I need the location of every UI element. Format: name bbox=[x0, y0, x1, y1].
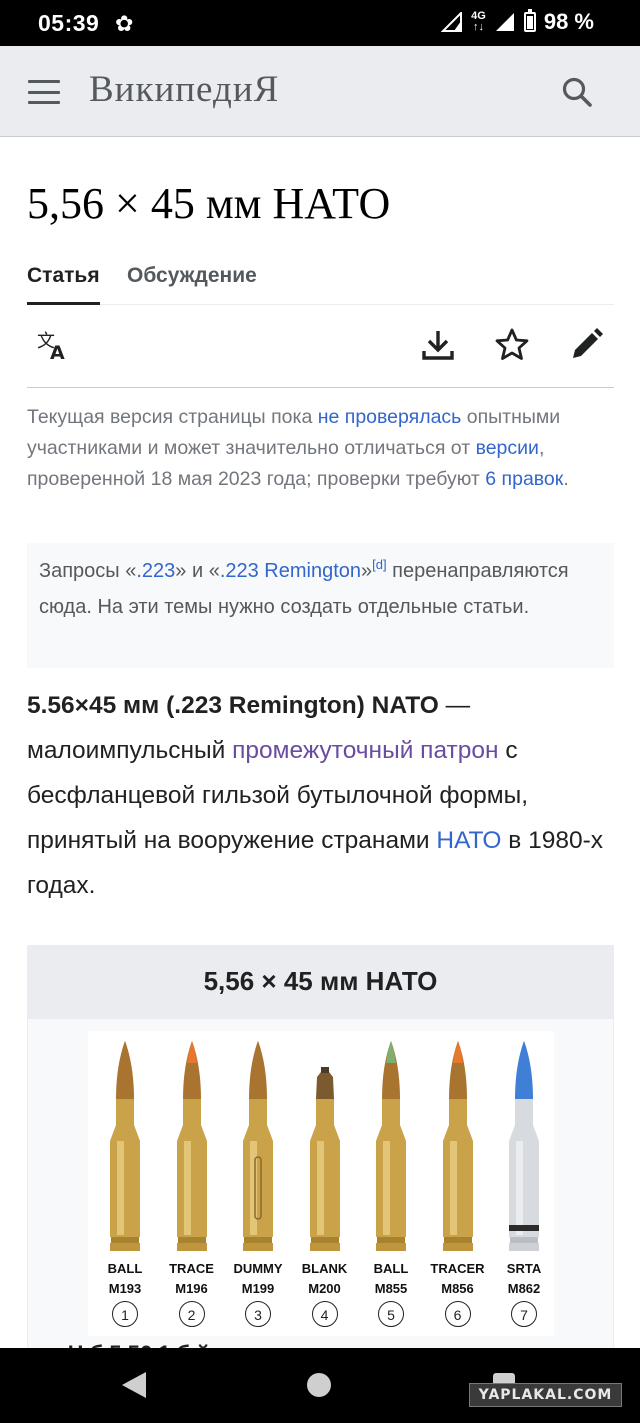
back-icon[interactable] bbox=[122, 1372, 146, 1398]
wikidata-link[interactable]: [d] bbox=[372, 557, 386, 572]
signal-icon-2 bbox=[495, 13, 514, 31]
cartridge-number-badge: 5 bbox=[378, 1301, 404, 1327]
cartridge-number-badge: 3 bbox=[245, 1301, 271, 1327]
cartridge-model-label: M199 bbox=[241, 1281, 275, 1296]
home-icon[interactable] bbox=[307, 1373, 331, 1397]
cartridge-number-badge: 1 bbox=[112, 1301, 138, 1327]
cartridge-type-label: TRACER bbox=[430, 1261, 485, 1276]
cartridge-model-label: M193 bbox=[108, 1281, 142, 1296]
battery-level: 98 % bbox=[543, 9, 594, 34]
page-title: 5,56 × 45 мм НАТО bbox=[27, 179, 391, 228]
cartridge-type-label: SRTA bbox=[506, 1261, 542, 1276]
infobox: 5,56 × 45 мм НАТО BALL M193 1 TRACE M196 2 DUM… bbox=[27, 945, 614, 1366]
stable-version-link[interactable]: версии bbox=[476, 437, 539, 459]
cartridge-type-label: BLANK bbox=[301, 1261, 348, 1276]
cartridge-model-label: M855 bbox=[374, 1281, 408, 1296]
cartridge-m855: BALL M855 5 bbox=[358, 1037, 424, 1337]
watch-star-icon[interactable] bbox=[494, 327, 530, 363]
cartridge-drawing bbox=[176, 1041, 207, 1251]
menu-icon[interactable] bbox=[28, 80, 60, 104]
network-type: 4G ↑↓ bbox=[471, 10, 486, 33]
cartridge-drawing bbox=[442, 1041, 473, 1251]
redirect-223-link[interactable]: .223 bbox=[136, 560, 175, 582]
settings-notification-icon: ✿ bbox=[115, 11, 134, 36]
cartridge-drawing bbox=[509, 1041, 539, 1251]
cartridge-m862: SRTA M862 7 bbox=[491, 1037, 557, 1337]
language-icon[interactable]: 文 A bbox=[35, 327, 71, 363]
redirect-223-remington-link[interactable]: .223 Remington bbox=[220, 560, 361, 582]
cartridge-type-label: TRACE bbox=[169, 1261, 214, 1276]
lead-paragraph: 5.56×45 мм (.223 Remington) NATO — малои… bbox=[27, 692, 603, 899]
cartridge-m193: BALL M193 1 bbox=[92, 1037, 158, 1337]
lead-bold-term: 5.56×45 мм (.223 Remington) NATO bbox=[27, 692, 439, 719]
cartridge-type-label: DUMMY bbox=[233, 1261, 283, 1276]
cartridge-m196: TRACE M196 2 bbox=[159, 1037, 225, 1337]
svg-text:A: A bbox=[50, 342, 65, 363]
redirect-hatnote: Запросы «.223» и «.223 Remington»[d] пер… bbox=[27, 543, 614, 668]
cartridge-type-label: BALL bbox=[107, 1261, 143, 1276]
edit-pencil-icon[interactable] bbox=[568, 327, 604, 363]
cartridge-m199: DUMMY M199 3 bbox=[225, 1037, 291, 1337]
status-bar: 05:39 ✿ 4G ↑↓ 98 % bbox=[0, 0, 640, 46]
cartridge-m200: BLANK M200 4 bbox=[292, 1037, 358, 1337]
cartridge-drawing bbox=[309, 1067, 340, 1251]
cartridge-type-label: BALL bbox=[373, 1261, 409, 1276]
infobox-title: 5,56 × 45 мм НАТО bbox=[28, 946, 613, 1019]
nato-link[interactable]: НАТО bbox=[436, 827, 501, 854]
revision-notice: Текущая версия страницы пока не проверял… bbox=[27, 406, 569, 490]
wikipedia-logo[interactable]: ВикипедиЯ bbox=[89, 68, 279, 111]
status-indicators: 4G ↑↓ 98 % bbox=[441, 9, 594, 35]
cartridges-image[interactable]: BALL M193 1 TRACE M196 2 DUMMY M199 3 BLANK M200 4 B… bbox=[88, 1031, 554, 1336]
watermark: YAPLAKAL.COM bbox=[469, 1383, 622, 1407]
cartridge-drawing bbox=[376, 1041, 406, 1251]
cartridge-number-badge: 2 bbox=[178, 1301, 205, 1327]
cartridge-drawing bbox=[243, 1041, 273, 1251]
search-icon[interactable] bbox=[561, 76, 593, 108]
status-time: 05:39 bbox=[38, 10, 100, 36]
cartridge-model-label: M200 bbox=[308, 1281, 341, 1296]
pending-edits-link[interactable]: 6 правок bbox=[485, 468, 563, 490]
cartridge-number-badge: 6 bbox=[444, 1301, 471, 1327]
battery-icon bbox=[523, 9, 536, 32]
intermediate-cartridge-link[interactable]: промежуточный патрон bbox=[232, 737, 498, 764]
signal-icon bbox=[441, 12, 463, 32]
cartridge-number-badge: 4 bbox=[311, 1301, 338, 1327]
page-actions-bar: 文 A bbox=[27, 305, 614, 388]
not-reviewed-link[interactable]: не проверялась bbox=[318, 406, 462, 428]
cartridge-model-label: M856 bbox=[441, 1281, 474, 1296]
download-icon[interactable] bbox=[420, 327, 456, 363]
tab-talk[interactable]: Обсуждение bbox=[127, 264, 257, 288]
cartridge-m856: TRACER M856 6 bbox=[425, 1037, 491, 1337]
cartridge-drawing bbox=[110, 1041, 140, 1251]
page-tabs: Статья Обсуждение bbox=[27, 260, 614, 305]
cartridge-model-label: M196 bbox=[175, 1281, 208, 1296]
tab-article[interactable]: Статья bbox=[27, 264, 100, 305]
cartridge-model-label: M862 bbox=[507, 1281, 541, 1296]
cartridge-number-badge: 7 bbox=[511, 1301, 537, 1327]
wiki-header: ВикипедиЯ bbox=[0, 46, 640, 137]
